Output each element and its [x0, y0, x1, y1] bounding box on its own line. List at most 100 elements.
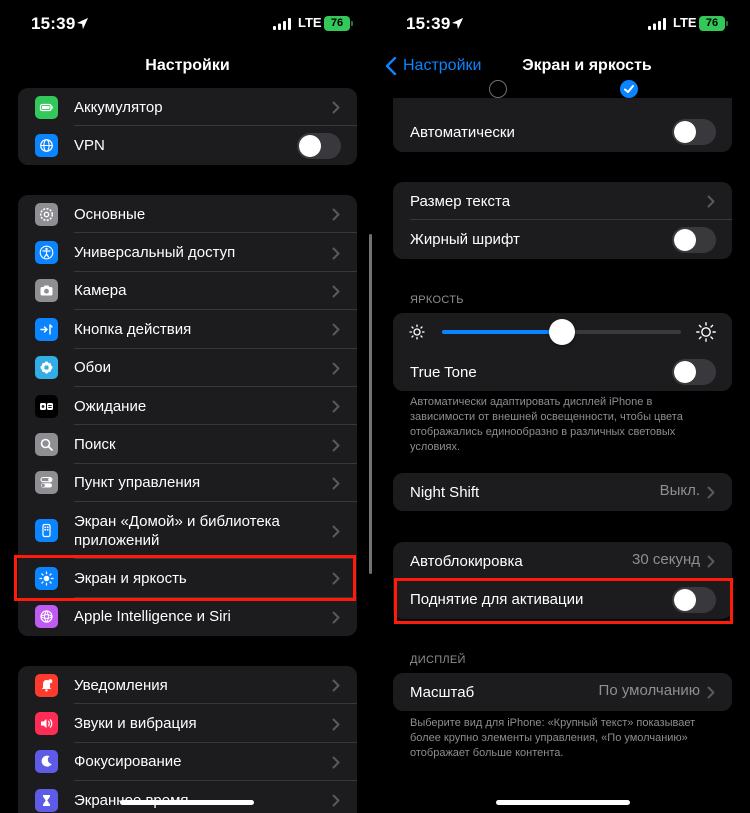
hourglass-icon [43, 794, 50, 806]
settings-group-main: Основные Универсальный доступ Камера Кнопка… [18, 195, 357, 636]
status-time: 15:39 [31, 14, 76, 33]
chevron-right-icon [332, 477, 340, 490]
settings-item-sun[interactable]: Экран и яркость [18, 559, 357, 598]
brightness-group: True Tone [393, 313, 732, 391]
raise-to-wake-label: Поднятие для активации [410, 591, 584, 609]
chevron-right-icon [707, 195, 715, 208]
autolock-label: Автоблокировка [410, 552, 523, 570]
text-group: Размер текста Жирный шрифт [393, 182, 732, 259]
zoom-row[interactable]: Масштаб По умолчанию [393, 673, 732, 711]
chevron-left-icon [385, 57, 397, 75]
chevron-right-icon [707, 686, 715, 699]
settings-group-notifications: Уведомления Звуки и вибрация Фокусирование… [18, 666, 357, 813]
settings-group-top: Аккумулятор VPN [18, 88, 357, 165]
night-shift-value: Выкл. [659, 482, 700, 500]
settings-item-globe[interactable]: VPN [18, 126, 357, 164]
settings-item-search[interactable]: Поиск [18, 425, 357, 464]
chevron-right-icon [332, 794, 340, 807]
search-icon-tile [35, 433, 58, 457]
home-screen-icon-tile [35, 519, 58, 543]
night-shift-label: Night Shift [410, 483, 480, 501]
chevron-right-icon [332, 362, 340, 375]
settings-item-standby[interactable]: Ожидание [18, 387, 357, 426]
brightness-slider-row [393, 313, 732, 353]
settings-item-speaker[interactable]: Звуки и вибрация [18, 704, 357, 743]
settings-item-label: Экран и яркость [74, 569, 187, 587]
siri-icon-tile [35, 605, 58, 629]
settings-item-label: VPN [74, 137, 105, 155]
settings-item-label: Пункт управления [74, 474, 201, 492]
settings-item-label: Основные [74, 205, 146, 223]
home-indicator[interactable] [496, 800, 630, 805]
sun-icon [39, 571, 54, 586]
location-arrow-icon [76, 17, 89, 30]
zoom-group: Масштаб По умолчанию [393, 673, 732, 712]
settings-item-label: Экран «Домой» и библиотека приложений [74, 512, 280, 549]
appearance-dark-radio[interactable] [620, 80, 638, 98]
settings-item-moon[interactable]: Фокусирование [18, 743, 357, 782]
camera-icon-tile [35, 279, 58, 303]
globe-toggle[interactable] [297, 132, 341, 159]
true-tone-label: True Tone [410, 363, 477, 381]
settings-item-label: Apple Intelligence и Siri [74, 608, 231, 626]
auto-appearance-toggle[interactable] [672, 119, 716, 145]
display-header: ДИСПЛЕЙ [410, 654, 466, 666]
nav-bar: Настройки Экран и яркость [375, 50, 750, 84]
battery-indicator: 76 [699, 16, 728, 31]
toggles-icon [40, 477, 53, 488]
gear-icon-tile [35, 202, 58, 226]
raise-to-wake-toggle[interactable] [672, 586, 716, 613]
scrollbar[interactable] [369, 234, 372, 574]
brightness-slider-knob[interactable] [548, 319, 575, 345]
autolock-value: 30 секунд [632, 551, 700, 569]
settings-item-gear[interactable]: Основные [18, 195, 357, 234]
zoom-value: По умолчанию [598, 682, 700, 700]
bell-icon [41, 678, 53, 692]
settings-item-flower[interactable]: Обои [18, 349, 357, 387]
settings-item-camera[interactable]: Камера [18, 272, 357, 311]
search-icon [40, 438, 53, 451]
camera-icon [40, 285, 53, 296]
chevron-right-icon [332, 611, 340, 624]
settings-item-bell[interactable]: Уведомления [18, 666, 357, 705]
chevron-right-icon [332, 525, 340, 538]
chevron-right-icon [332, 400, 340, 413]
battery-indicator: 76 [324, 16, 353, 31]
true-tone-row: True Tone [393, 353, 732, 391]
settings-item-battery[interactable]: Аккумулятор [18, 88, 357, 127]
home-indicator[interactable] [120, 800, 254, 805]
toggles-icon-tile [35, 471, 58, 495]
settings-item-label: Универсальный доступ [74, 244, 236, 262]
chevron-right-icon [332, 679, 340, 692]
gear-icon [39, 207, 54, 221]
settings-item-home-screen[interactable]: Экран «Домой» и библиотека приложений [18, 502, 357, 560]
settings-item-siri[interactable]: Apple Intelligence и Siri [18, 598, 357, 636]
page-title: Экран и яркость [522, 57, 652, 74]
zoom-label: Масштаб [410, 683, 475, 701]
status-bar: 15:39 LTE 76 [375, 14, 750, 38]
battery-icon-tile [35, 95, 58, 119]
chevron-right-icon [707, 555, 715, 568]
settings-item-toggles[interactable]: Пункт управления [18, 464, 357, 503]
settings-item-accessibility[interactable]: Универсальный доступ [18, 233, 357, 272]
appearance-group: Автоматически [393, 98, 732, 152]
settings-item-label: Фокусирование [74, 753, 182, 771]
lock-group: Автоблокировка 30 секунд Поднятие для ак… [393, 542, 732, 619]
true-tone-footnote: Автоматически адаптировать дисплей iPhon… [410, 396, 683, 453]
autolock-row[interactable]: Автоблокировка 30 секунд [393, 542, 732, 581]
chevron-right-icon [332, 572, 340, 585]
settings-item-action-button[interactable]: Кнопка действия [18, 310, 357, 349]
bold-text-toggle[interactable] [672, 226, 716, 253]
settings-item-label: Звуки и вибрация [74, 715, 197, 733]
true-tone-toggle[interactable] [672, 359, 716, 385]
action-button-icon-tile [35, 317, 58, 341]
text-size-row[interactable]: Размер текста [393, 182, 732, 221]
night-shift-row[interactable]: Night Shift Выкл. [393, 473, 732, 511]
chevron-right-icon [332, 718, 340, 731]
settings-item-label: Уведомления [74, 676, 168, 694]
page-title: Настройки [145, 57, 230, 74]
settings-item-hourglass[interactable]: Экранное время [18, 781, 357, 813]
settings-item-label: Камера [74, 282, 127, 300]
location-arrow-icon [451, 17, 464, 30]
appearance-light-radio[interactable] [489, 80, 507, 98]
